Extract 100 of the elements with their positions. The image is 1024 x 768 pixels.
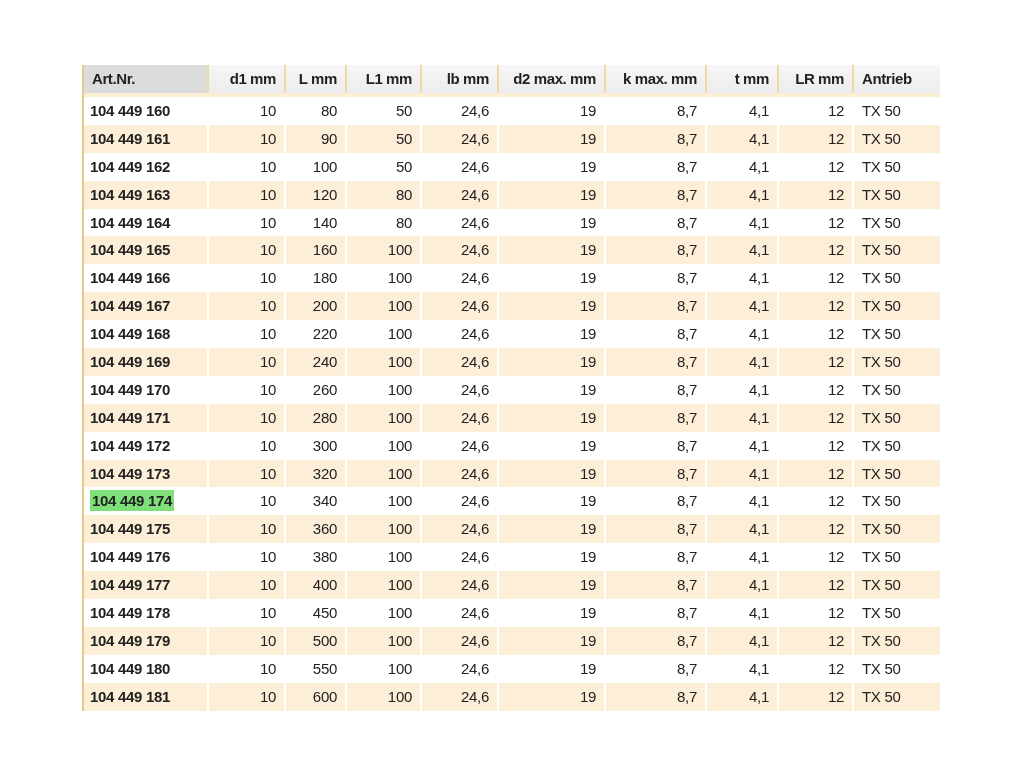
table-cell: 24,6 [461,436,489,454]
table-cell: 100 [387,241,412,259]
table-cell: TX 50 [862,380,901,398]
table-cell: 4,1 [749,631,769,649]
table-cell: 8,7 [677,213,697,231]
table-cell: 19 [579,576,596,594]
table-cell: 8,7 [677,241,697,259]
table-cell: 8,7 [677,659,697,677]
column-header: Antrieb [861,69,913,89]
table-cell: 19 [579,213,596,231]
table-cell: 12 [827,631,844,649]
table-cell: 4,1 [749,436,769,454]
table-cell: TX 50 [862,269,901,287]
article-number: 104 449 175 [90,520,171,538]
table-cell: TX 50 [862,129,901,147]
table-cell: 100 [312,157,337,175]
table-cell: 100 [387,548,412,566]
column-header: d1 mm [209,65,286,93]
table-cell: 12 [827,129,844,147]
table-cell: 10 [259,325,276,343]
table-cell: 24,6 [461,129,489,147]
table-cell: 24,6 [461,157,489,175]
table-cell: 10 [259,576,276,594]
table-cell: 4,1 [749,185,769,203]
table-cell: TX 50 [862,548,901,566]
table-cell: 50 [395,157,412,175]
table-cell: 24,6 [461,548,489,566]
table-cell: 24,6 [461,576,489,594]
table-cell: 100 [387,520,412,538]
table-cell: 10 [259,269,276,287]
table-cell: TX 50 [862,659,901,677]
table-cell: 100 [387,492,412,510]
article-number: 104 449 178 [90,604,171,622]
table-cell: 4,1 [749,492,769,510]
column-header: Art.Nr. [84,65,209,93]
article-number: 104 449 179 [90,631,171,649]
table-cell: 24,6 [461,380,489,398]
column-header: lb mm [422,65,499,93]
table-cell: 8,7 [677,380,697,398]
table-cell: 10 [259,129,276,147]
table-cell: 50 [395,129,412,147]
article-number: 104 449 174 [90,490,175,512]
column-header: LR mm [779,65,854,93]
table-cell: 19 [579,102,596,119]
table-cell: 19 [579,464,596,482]
table-cell: 4,1 [749,325,769,343]
table-cell: 19 [579,129,596,147]
table-cell: 4,1 [749,408,769,426]
table-cell: 100 [387,408,412,426]
table-cell: TX 50 [862,325,901,343]
table-cell: 12 [827,157,844,175]
table-cell: 400 [312,576,337,594]
table-cell: 4,1 [749,213,769,231]
table-cell: 12 [827,520,844,538]
table-cell: 160 [312,241,337,259]
table-cell: 180 [312,269,337,287]
table-cell: 4,1 [749,687,769,705]
table-cell: 24,6 [461,687,489,705]
table-cell: 450 [312,604,337,622]
table-cell: 360 [312,520,337,538]
table-cell: 8,7 [677,520,697,538]
table-cell: 24,6 [461,241,489,259]
table-cell: 10 [259,548,276,566]
table-cell: 19 [579,408,596,426]
table-cell: 8,7 [677,436,697,454]
table-cell: 80 [395,213,412,231]
table-cell: 19 [579,492,596,510]
table-cell: 8,7 [677,548,697,566]
table-cell: 12 [827,269,844,287]
table-cell: 100 [387,687,412,705]
table-cell: 10 [259,297,276,315]
column-header: L1 mm [347,65,422,93]
table-cell: 12 [827,102,844,119]
table-cell: 10 [259,157,276,175]
table-cell: 4,1 [749,548,769,566]
table-cell: 8,7 [677,631,697,649]
table-cell: TX 50 [862,297,901,315]
table-cell: 4,1 [749,269,769,287]
table-cell: 10 [259,631,276,649]
table-cell: TX 50 [862,520,901,538]
table-cell: TX 50 [862,213,901,231]
table-cell: 8,7 [677,353,697,370]
table-cell: 12 [827,185,844,203]
table-cell: TX 50 [862,241,901,259]
table-cell: 4,1 [749,604,769,622]
table-cell: 4,1 [749,464,769,482]
table-cell: TX 50 [862,436,901,454]
article-number: 104 449 180 [90,659,171,677]
table-cell: 600 [312,687,337,705]
article-number: 104 449 173 [90,464,171,482]
table-cell: 4,1 [749,520,769,538]
table-cell: 24,6 [461,297,489,315]
table-cell: 8,7 [677,408,697,426]
table-cell: 10 [259,408,276,426]
table-cell: 10 [259,213,276,231]
table-cell: 19 [579,185,596,203]
table-cell: 550 [312,659,337,677]
table-cell: 12 [827,325,844,343]
table-cell: 100 [387,380,412,398]
table-cell: 10 [259,520,276,538]
